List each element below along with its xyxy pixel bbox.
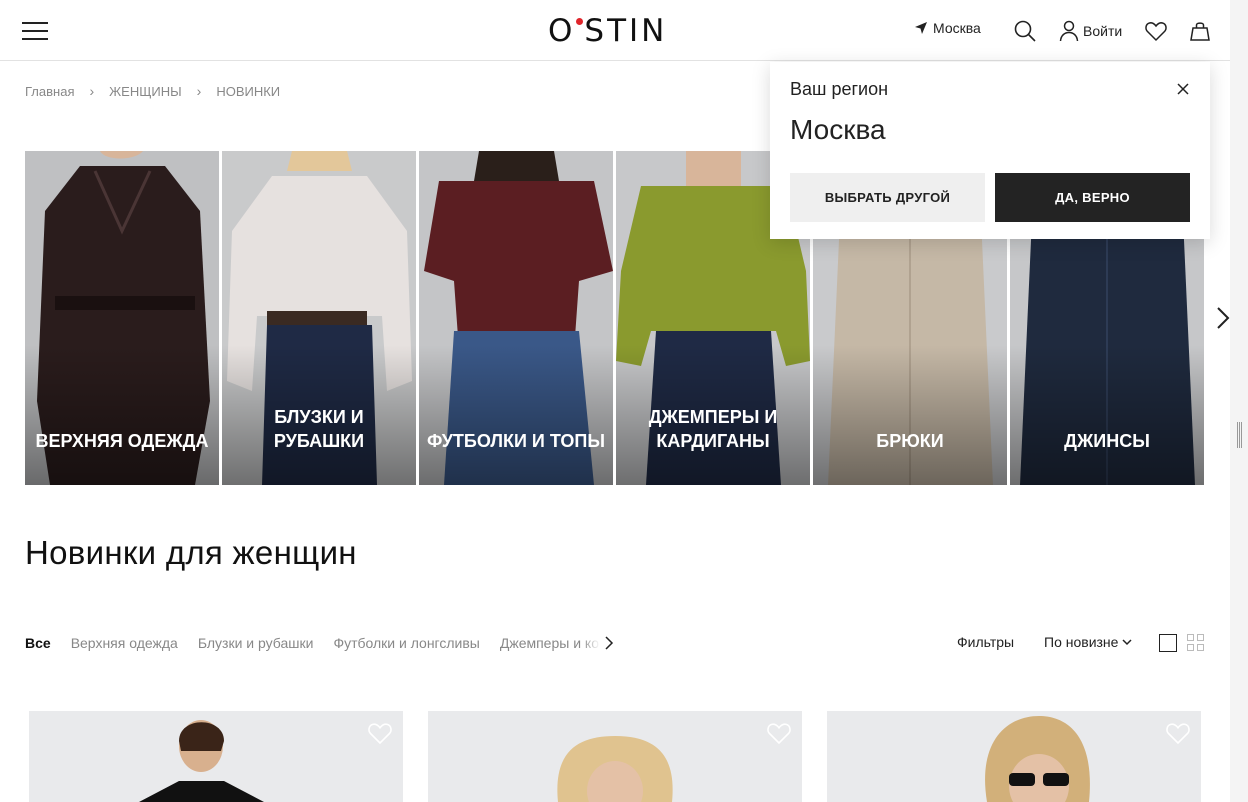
region-popup: Ваш регион Москва ВЫБРАТЬ ДРУГОЙ ДА, ВЕР… <box>770 62 1210 239</box>
search-icon[interactable] <box>1013 19 1037 43</box>
heart-icon[interactable] <box>367 721 393 745</box>
tab-outerwear[interactable]: Верхняя одежда <box>71 635 178 651</box>
sort-label: По новизне <box>1044 634 1119 650</box>
product-image <box>139 720 264 802</box>
scrollbar-grip[interactable] <box>1237 422 1242 448</box>
category-tile-blouses[interactable]: БЛУЗКИ И РУБАШКИ <box>222 151 416 485</box>
product-card[interactable] <box>428 711 802 802</box>
location-arrow-icon <box>915 22 927 34</box>
user-icon <box>1059 20 1079 42</box>
category-label: ВЕРХНЯЯ ОДЕЖДА <box>35 431 209 451</box>
bag-icon[interactable] <box>1188 19 1212 43</box>
logo-left: O <box>548 13 576 49</box>
tile-gradient <box>813 345 1007 485</box>
region-popup-city: Москва <box>790 114 886 145</box>
chevron-down-icon <box>1122 639 1132 646</box>
login-label: Войти <box>1083 23 1123 39</box>
heart-icon[interactable] <box>766 721 792 745</box>
location-label: Москва <box>933 20 981 36</box>
tab-jumpers[interactable]: Джемперы и ко <box>500 635 600 651</box>
tabs-next-button[interactable] <box>604 636 614 650</box>
logo-dot <box>576 18 584 25</box>
chevron-right-icon <box>605 636 613 650</box>
product-image <box>985 716 1090 802</box>
breadcrumb-women[interactable]: ЖЕНЩИНЫ <box>109 84 182 99</box>
product-card[interactable] <box>29 711 403 802</box>
menu-icon[interactable] <box>22 22 48 40</box>
category-label: ФУТБОЛКИ И ТОПЫ <box>427 431 605 451</box>
heart-icon[interactable] <box>1144 19 1168 43</box>
breadcrumb: Главная › ЖЕНЩИНЫ › НОВИНКИ <box>25 83 280 99</box>
login-button[interactable]: Войти <box>1059 20 1122 42</box>
tab-all[interactable]: Все <box>25 635 51 651</box>
category-label: БРЮКИ <box>876 431 944 451</box>
tab-tshirts[interactable]: Футболки и лонгсливы <box>333 635 479 651</box>
scrollbar[interactable] <box>1230 0 1248 802</box>
breadcrumb-home[interactable]: Главная <box>25 84 74 99</box>
tile-gradient <box>1010 345 1204 485</box>
location-button[interactable]: Москва <box>914 20 981 36</box>
category-label: ДЖИНСЫ <box>1064 431 1150 451</box>
category-tile-tshirts[interactable]: ФУТБОЛКИ И ТОПЫ <box>419 151 613 485</box>
site-header: O STIN Москва Войти <box>0 0 1230 61</box>
view-single-icon[interactable] <box>1159 634 1177 652</box>
category-label: БЛУЗКИ И РУБАШКИ <box>273 407 365 451</box>
tab-blouses[interactable]: Блузки и рубашки <box>198 635 314 651</box>
close-icon[interactable] <box>1175 81 1191 97</box>
confirm-region-button[interactable]: ДА, ВЕРНО <box>995 173 1190 222</box>
breadcrumb-separator: › <box>196 83 202 99</box>
breadcrumb-new[interactable]: НОВИНКИ <box>216 84 280 99</box>
tile-gradient <box>25 345 219 485</box>
page-title: Новинки для женщин <box>25 534 357 571</box>
product-card[interactable] <box>827 711 1201 802</box>
sort-dropdown[interactable]: По новизне <box>1044 634 1132 650</box>
region-popup-title: Ваш регион <box>790 79 889 99</box>
category-tile-outerwear[interactable]: ВЕРХНЯЯ ОДЕЖДА <box>25 151 219 485</box>
view-grid-icon[interactable] <box>1187 634 1205 652</box>
heart-icon[interactable] <box>1165 721 1191 745</box>
product-image <box>557 736 673 802</box>
choose-other-region-button[interactable]: ВЫБРАТЬ ДРУГОЙ <box>790 173 985 222</box>
category-tabs: Все Верхняя одежда Блузки и рубашки Футб… <box>25 634 614 652</box>
category-label: ДЖЕМПЕРЫ И КАРДИГАНЫ <box>648 407 778 451</box>
logo[interactable]: O STIN <box>548 14 667 48</box>
tile-gradient <box>419 345 613 485</box>
logo-right: STIN <box>584 13 668 49</box>
filters-button[interactable]: Фильтры <box>957 634 1014 650</box>
breadcrumb-separator: › <box>89 83 95 99</box>
